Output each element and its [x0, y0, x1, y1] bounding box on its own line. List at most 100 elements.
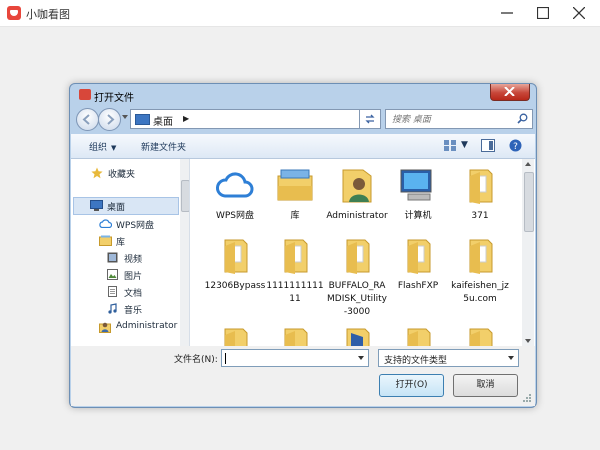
file-item[interactable] — [264, 325, 326, 346]
chevron-down-icon: ▼ — [111, 144, 117, 152]
filetype-select[interactable]: 支持的文件类型 — [378, 349, 519, 367]
file-item[interactable] — [326, 325, 388, 346]
chevron-down-icon[interactable] — [358, 356, 364, 360]
organize-menu[interactable]: 组织 ▼ — [89, 140, 116, 153]
help-icon[interactable]: ? — [509, 139, 522, 152]
file-item[interactable] — [387, 325, 449, 346]
file-item-12306bypass[interactable]: 12306Bypass — [204, 236, 266, 293]
organize-label: 组织 — [89, 143, 108, 153]
dialog-close-button[interactable] — [490, 84, 530, 101]
refresh-button[interactable] — [359, 109, 381, 129]
music-icon — [108, 303, 117, 314]
maximize-icon — [537, 7, 549, 19]
folder-icon — [346, 328, 370, 346]
command-toolbar: 组织 ▼ 新建文件夹 ▼ ? — [71, 134, 535, 159]
sidebar-item-label: 桌面 — [107, 203, 126, 213]
dialog-footer: 文件名(N): 支持的文件类型 打开(O) 取消 — [71, 346, 535, 406]
file-item-flashfxp[interactable]: FlashFXP — [387, 236, 449, 293]
view-dropdown-icon[interactable]: ▼ — [461, 140, 468, 150]
back-button[interactable] — [76, 108, 99, 131]
file-item-wps-cloud[interactable]: WPS网盘 — [204, 166, 266, 223]
folder-icon — [224, 239, 248, 274]
search-icon[interactable] — [517, 113, 528, 124]
file-item-library[interactable]: 库 — [264, 166, 326, 223]
preview-pane-icon[interactable] — [481, 139, 495, 152]
user-icon — [99, 322, 111, 333]
new-folder-button[interactable]: 新建文件夹 — [141, 140, 186, 153]
sidebar-scrollbar[interactable] — [180, 159, 189, 346]
video-icon — [107, 252, 118, 263]
close-icon — [573, 7, 585, 19]
open-file-dialog: 打开文件 桌面 ▶ 组织▼ 新建文件夹 ▼ ? — [69, 83, 537, 408]
cloud-icon — [216, 172, 254, 198]
scroll-thumb[interactable] — [181, 180, 189, 212]
search-box[interactable] — [385, 109, 533, 130]
folder-icon — [407, 328, 431, 346]
filename-label: 文件名(N): — [174, 355, 218, 365]
desktop-icon — [90, 200, 103, 211]
file-item-371[interactable]: 371 — [449, 166, 511, 223]
folder-icon — [469, 239, 493, 274]
folder-icon — [407, 239, 431, 274]
file-name: 371 — [471, 211, 489, 221]
folder-icon — [284, 328, 308, 346]
address-location[interactable]: 桌面 — [153, 113, 173, 128]
file-item-computer[interactable]: 计算机 — [387, 166, 449, 223]
sidebar-item-label: 音乐 — [124, 306, 143, 316]
library-icon — [277, 169, 313, 201]
refresh-icon — [365, 114, 375, 124]
star-icon — [91, 167, 103, 179]
scroll-up-icon[interactable] — [525, 162, 531, 166]
file-item-buffalo-ramdisk[interactable]: BUFFALO_RAMDISK_Utility-3000 — [326, 236, 388, 319]
filename-input[interactable] — [221, 349, 369, 367]
sidebar-item-desktop[interactable]: 桌面 — [73, 197, 179, 215]
file-name: kaifeishen_jz5u.com — [451, 281, 509, 304]
navigation-bar: 桌面 ▶ — [74, 106, 533, 132]
file-name: Administrator — [326, 211, 388, 221]
file-item-111111111111[interactable]: 111111111111 — [264, 236, 326, 306]
file-name: 库 — [290, 211, 300, 221]
app-title: 小咖看图 — [26, 8, 70, 21]
dialog-app-icon — [79, 89, 91, 100]
dialog-title: 打开文件 — [94, 93, 134, 104]
cloud-icon — [99, 219, 112, 228]
breadcrumb-chevron-icon[interactable]: ▶ — [183, 114, 189, 123]
file-name: BUFFALO_RAMDISK_Utility-3000 — [327, 281, 387, 317]
sidebar-item-label: Administrator — [116, 321, 178, 331]
search-input[interactable] — [386, 110, 514, 130]
app-titlebar: 小咖看图 — [0, 0, 600, 27]
recent-locations-dropdown-icon[interactable] — [122, 115, 128, 119]
file-item-administrator[interactable]: Administrator — [326, 166, 388, 223]
cancel-button[interactable]: 取消 — [453, 374, 518, 397]
file-item-kaifeishen[interactable]: kaifeishen_jz5u.com — [449, 236, 511, 306]
maximize-button[interactable] — [528, 0, 558, 26]
scroll-down-icon[interactable] — [525, 339, 531, 343]
chevron-down-icon — [508, 356, 514, 360]
file-name: 计算机 — [404, 211, 432, 221]
arrow-left-icon — [82, 114, 90, 125]
address-bar[interactable]: 桌面 ▶ — [130, 109, 380, 129]
scroll-thumb[interactable] — [524, 172, 534, 232]
file-item[interactable] — [204, 325, 266, 346]
close-icon — [504, 87, 515, 96]
file-name: 12306Bypass — [204, 281, 266, 291]
view-options-icon[interactable] — [443, 139, 457, 152]
file-name: 111111111111 — [266, 281, 324, 304]
sidebar-item-label: WPS网盘 — [116, 221, 155, 231]
file-item[interactable] — [449, 325, 511, 346]
folder-icon — [469, 328, 493, 346]
picture-icon — [107, 269, 118, 280]
folder-icon — [224, 328, 248, 346]
close-button[interactable] — [564, 0, 594, 26]
file-list-scrollbar[interactable] — [522, 159, 534, 346]
file-list: WPS网盘 库 Administrator 计算机 371 12306Bypas… — [191, 159, 521, 346]
navigation-sidebar: 收藏夹 桌面 WPS网盘 库 视频 图片 文档 音乐 Administrator — [71, 159, 190, 346]
library-icon — [99, 235, 112, 246]
forward-button[interactable] — [98, 108, 121, 131]
resize-grip-icon[interactable] — [522, 393, 532, 403]
minimize-button[interactable] — [492, 0, 522, 26]
open-button[interactable]: 打开(O) — [379, 374, 444, 397]
computer-icon — [400, 169, 432, 201]
sidebar-item-label: 图片 — [124, 272, 143, 282]
main-pane: 收藏夹 桌面 WPS网盘 库 视频 图片 文档 音乐 Administrator… — [71, 159, 535, 346]
